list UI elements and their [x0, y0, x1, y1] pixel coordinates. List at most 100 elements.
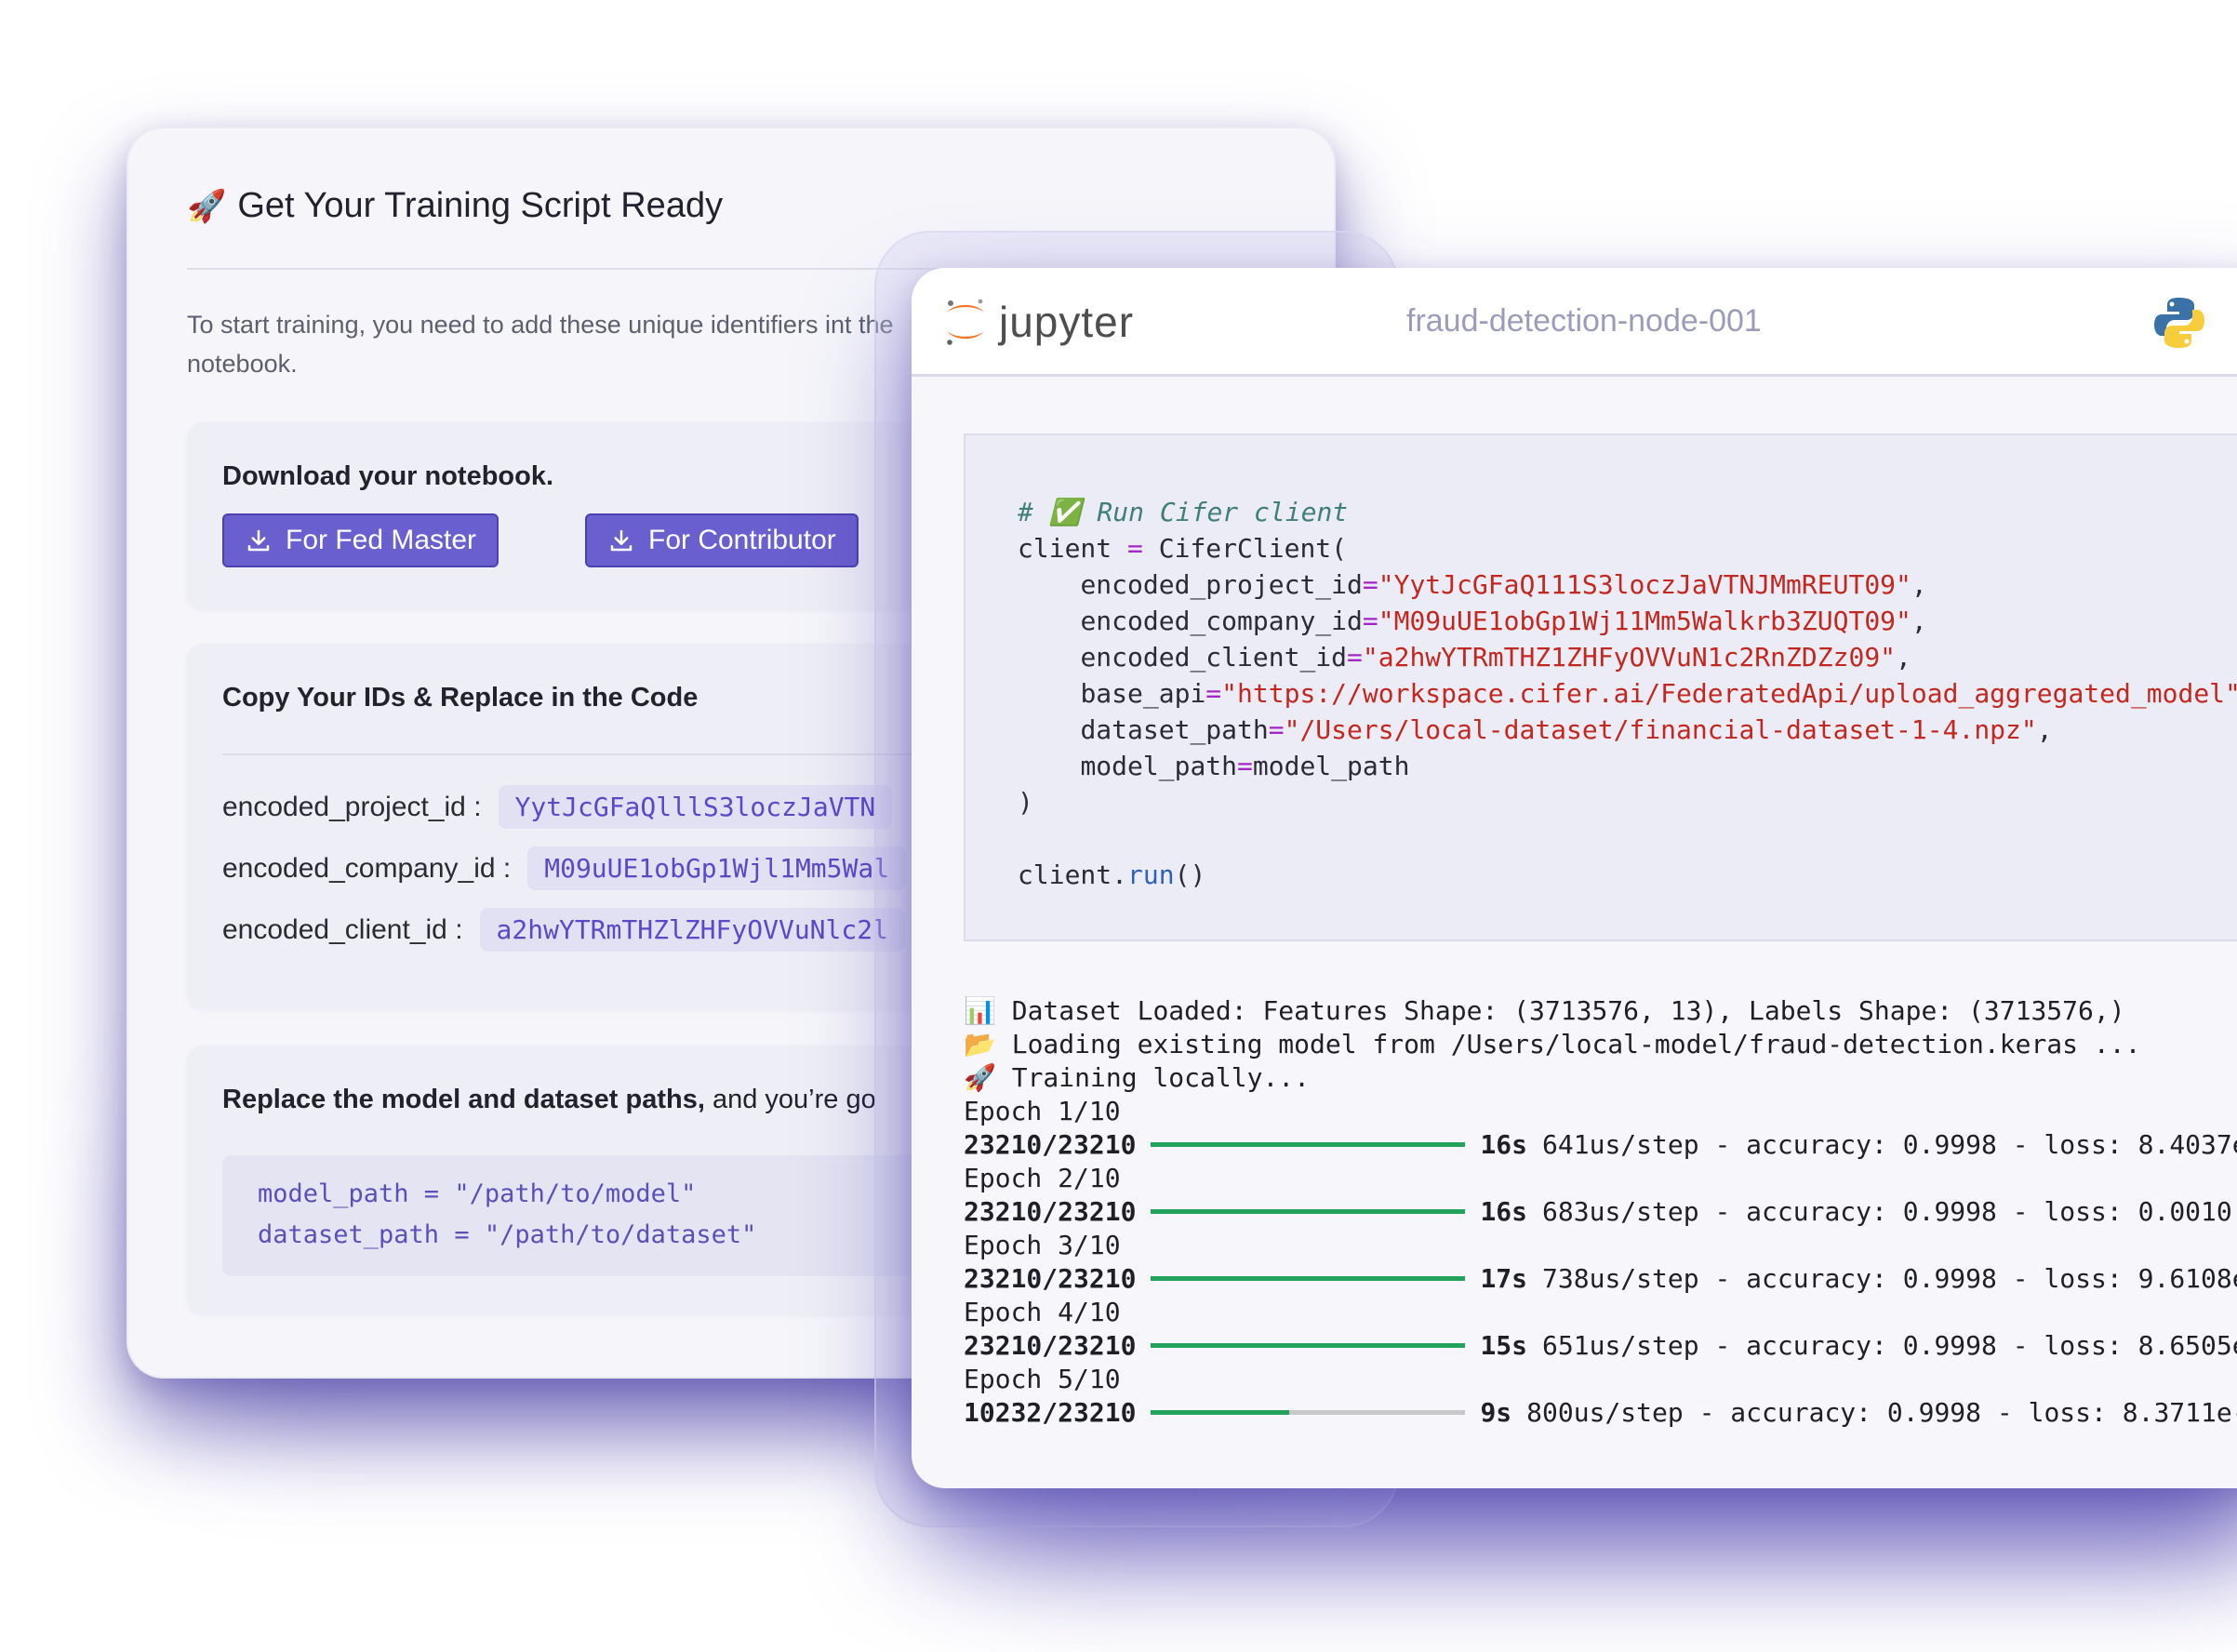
download-contributor-button[interactable]: For Contributor	[585, 513, 859, 567]
epoch-time: 16s	[1480, 1196, 1528, 1227]
progress-bar	[1151, 1276, 1466, 1281]
download-fed-master-label: For Fed Master	[286, 525, 477, 555]
id-label: encoded_project_id :	[222, 791, 482, 822]
progress-bar	[1151, 1343, 1466, 1348]
code-arg-line: encoded_client_id="a2hwYTRmTHZ1ZHFyOVVuN…	[1080, 642, 1911, 673]
download-contributor-label: For Contributor	[648, 525, 836, 555]
python-kernel-icon	[2154, 298, 2204, 348]
epoch-metrics: 651us/step - accuracy: 0.9998 - loss: 8.…	[1542, 1330, 2237, 1361]
code-arg-line: encoded_project_id="YytJcGFaQ111S3loczJa…	[1080, 569, 1927, 600]
epoch-label: Epoch 5/10	[964, 1364, 1121, 1394]
code-arg-line: encoded_company_id="M09uUE1obGp1Wj11Mm5W…	[1080, 606, 1927, 636]
step-count: 23210/23210	[964, 1129, 1137, 1160]
download-icon	[610, 529, 632, 552]
setup-card-header: 🚀 Get Your Training Script Ready	[187, 186, 723, 226]
run-parens: ()	[1174, 859, 1206, 890]
client-id-chip[interactable]: a2hwYTRmTHZlZHFyOVVuNlc2l	[479, 908, 905, 952]
code-arg-line: model_path=model_path	[1018, 751, 1409, 781]
code-line: dataset_path = "/path/to/dataset"	[258, 1220, 757, 1249]
arg-name: dataset_path	[1080, 714, 1269, 745]
intro-text: To start training, you need to add these…	[187, 311, 894, 378]
id-label: encoded_client_id :	[222, 913, 463, 945]
replace-title-bold: Replace the model and dataset paths,	[222, 1085, 705, 1114]
download-fed-master-button[interactable]: For Fed Master	[222, 513, 499, 567]
arg-name: encoded_project_id	[1080, 569, 1363, 600]
arg-value: "YytJcGFaQ111S3loczJaVTNJMmREUT09"	[1378, 569, 1911, 600]
progress-bar	[1151, 1209, 1466, 1214]
code-comment: # ✅ Run Cifer client	[1018, 497, 1348, 527]
epoch-metrics: 641us/step - accuracy: 0.9998 - loss: 8.…	[1542, 1129, 2237, 1160]
epoch-label: Epoch 3/10	[964, 1230, 1121, 1260]
run-method: run	[1127, 859, 1175, 890]
code-arg-line: base_api="https://workspace.cifer.ai/Fed…	[1018, 678, 2237, 709]
comment-text: # ✅ Run Cifer client	[1018, 497, 1349, 527]
arg-value: "M09uUE1obGp1Wj11Mm5Walkrb3ZUQT09"	[1378, 606, 1911, 636]
epoch-metrics: 738us/step - accuracy: 0.9998 - loss: 9.…	[1542, 1263, 2237, 1294]
setup-card-title: Get Your Training Script Ready	[237, 186, 724, 225]
epoch-metrics: 800us/step - accuracy: 0.9998 - loss: 8.…	[1526, 1397, 2237, 1428]
epoch-metrics: 683us/step - accuracy: 0.9998 - loss: 0.…	[1542, 1196, 2232, 1227]
step-count: 23210/23210	[964, 1196, 1137, 1227]
epoch-progress-row: 23210/23210 15s 651us/step - accuracy: 0…	[964, 1330, 2237, 1361]
id-row-client: encoded_client_id : a2hwYTRmTHZlZHFyOVVu…	[222, 908, 905, 952]
arg-name: model_path	[1080, 751, 1238, 781]
arg-name: encoded_client_id	[1080, 642, 1348, 673]
progress-bar	[1151, 1142, 1466, 1147]
jupyter-wordmark: jupyter	[999, 298, 1135, 346]
project-id-chip[interactable]: YytJcGFaQlllS3loczJaVTN	[498, 785, 893, 829]
progress-bar-fill	[1151, 1142, 1466, 1147]
epoch-progress-row: 23210/23210 16s 641us/step - accuracy: 0…	[964, 1129, 2237, 1160]
epoch-label: Epoch 4/10	[964, 1297, 1121, 1327]
code-line: )	[1018, 787, 1033, 818]
step-count: 10232/23210	[964, 1397, 1137, 1428]
output-line: 🚀 Training locally...	[964, 1062, 1311, 1093]
ctor-call: CiferClient(	[1158, 533, 1348, 564]
download-icon	[247, 529, 270, 552]
company-id-chip[interactable]: M09uUE1obGp1Wjl1Mm5Wal	[527, 846, 907, 890]
code-line: client = CiferClient(	[1018, 533, 1347, 564]
code-arg-line: dataset_path="/Users/local-dataset/finan…	[1080, 714, 2053, 745]
equals: =	[1347, 642, 1363, 673]
arg-name: encoded_company_id	[1080, 606, 1363, 636]
epoch-time: 9s	[1480, 1397, 1512, 1428]
equals: =	[1362, 606, 1378, 636]
id-row-project: encoded_project_id : YytJcGFaQlllS3loczJ…	[222, 785, 893, 829]
client-var: client	[1018, 533, 1112, 564]
arg-name: base_api	[1080, 678, 1206, 709]
equals: =	[1205, 678, 1222, 709]
arg-value: "a2hwYTRmTHZ1ZHFyOVVuN1c2RnZDZz09"	[1362, 642, 1897, 673]
epoch-progress-row: 23210/23210 16s 683us/step - accuracy: 0…	[964, 1196, 2232, 1227]
replace-title-rest: and you’re go	[704, 1085, 876, 1114]
id-row-company: encoded_company_id : M09uUE1obGp1Wjl1Mm5…	[222, 846, 907, 890]
output-line: 📂 Loading existing model from /Users/loc…	[964, 1029, 2141, 1059]
epoch-time: 17s	[1480, 1263, 1528, 1294]
jupyter-logo-icon	[947, 299, 984, 345]
download-title: Download your notebook.	[222, 461, 554, 491]
progress-bar-fill	[1151, 1410, 1290, 1415]
notebook-title[interactable]: fraud-detection-node-001	[1406, 303, 1762, 340]
progress-bar-fill	[1151, 1276, 1466, 1281]
epoch-progress-row: 23210/23210 17s 738us/step - accuracy: 0…	[964, 1263, 2237, 1294]
epoch-label: Epoch 1/10	[964, 1096, 1121, 1126]
code-line: client.run()	[1018, 859, 1205, 890]
step-count: 23210/23210	[964, 1263, 1137, 1294]
run-object: client.	[1018, 859, 1128, 890]
arg-value: model_path	[1252, 751, 1410, 781]
epoch-label: Epoch 2/10	[964, 1163, 1121, 1193]
code-cell[interactable]: # ✅ Run Cifer client client = CiferClien…	[964, 433, 2237, 941]
equals: =	[1237, 751, 1253, 781]
replace-title: Replace the model and dataset paths, and…	[222, 1085, 876, 1115]
epoch-time: 16s	[1480, 1129, 1528, 1160]
epoch-time: 15s	[1480, 1330, 1528, 1361]
arg-value: "/Users/local-dataset/financial-dataset-…	[1284, 714, 2037, 745]
jupyter-notebook-window: jupyter fraud-detection-node-001 # ✅ Run…	[912, 268, 2237, 1488]
output-line: 📊 Dataset Loaded: Features Shape: (37135…	[964, 995, 2125, 1026]
equals: =	[1362, 569, 1378, 600]
assign-operator: =	[1127, 533, 1143, 564]
progress-bar-fill	[1151, 1209, 1466, 1214]
notebook-header: jupyter fraud-detection-node-001	[912, 268, 2237, 377]
code-line: model_path = "/path/to/model"	[258, 1179, 697, 1208]
ids-title: Copy Your IDs & Replace in the Code	[222, 683, 699, 713]
equals: =	[1268, 714, 1285, 745]
rocket-icon: 🚀	[187, 188, 227, 224]
